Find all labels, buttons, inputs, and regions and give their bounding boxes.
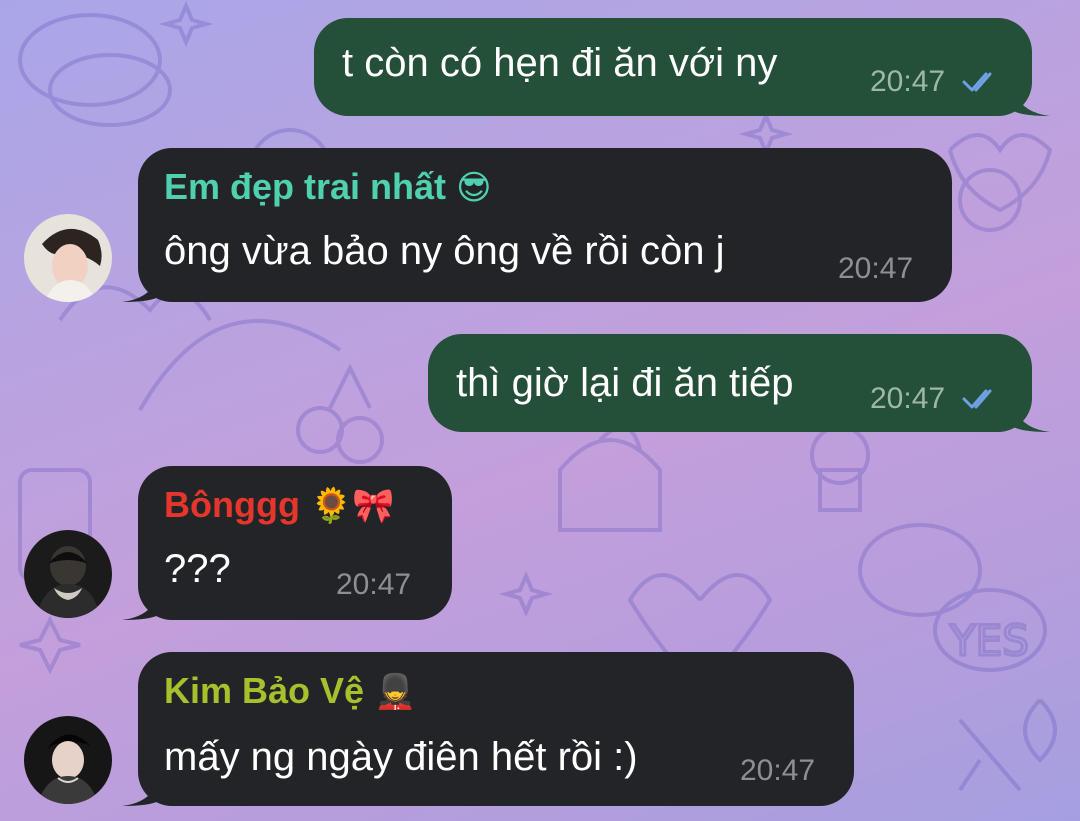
message-text: ??? (164, 547, 231, 591)
sender-name: Bônggg 🌻🎀 (164, 484, 395, 526)
message-time: 20:47 (336, 568, 412, 601)
user-avatar-3[interactable] (24, 716, 112, 804)
message-time: 20:47 (838, 252, 914, 285)
message-text: ông vừa bảo ny ông về rồi còn j (164, 229, 725, 273)
message-text: mấy ng ngày điên hết rồi :) (164, 735, 638, 779)
message-time: 20:47 (870, 65, 946, 98)
incoming-message[interactable]: Bônggg 🌻🎀 ??? 20:47 (138, 466, 452, 620)
sender-name: Em đẹp trai nhất 😎 (164, 166, 492, 208)
sender-name: Kim Bảo Vệ 💂 (164, 670, 417, 712)
outgoing-message[interactable]: thì giờ lại đi ăn tiếp 20:47 (428, 334, 1032, 432)
incoming-message[interactable]: Kim Bảo Vệ 💂 mấy ng ngày điên hết rồi :)… (138, 652, 854, 806)
double-check-read-icon (962, 72, 992, 92)
incoming-message[interactable]: Em đẹp trai nhất 😎 ông vừa bảo ny ông về… (138, 148, 952, 302)
sunflower-ribbon-emoji-icon: 🌻🎀 (309, 486, 395, 526)
message-text: thì giờ lại đi ăn tiếp (456, 361, 794, 405)
outgoing-message[interactable]: t còn có hẹn đi ăn với ny 20:47 (314, 18, 1032, 116)
message-time: 20:47 (870, 382, 946, 415)
double-check-read-icon (962, 389, 992, 409)
bubble-tail (1012, 82, 1050, 116)
svg-text:YES: YES (949, 616, 1029, 665)
message-time: 20:47 (740, 754, 816, 787)
bubble-tail (1012, 398, 1050, 432)
sunglasses-emoji-icon: 😎 (456, 168, 492, 208)
message-text: t còn có hẹn đi ăn với ny (342, 41, 778, 85)
user-avatar-2[interactable] (24, 530, 112, 618)
user-avatar-1[interactable] (24, 214, 112, 302)
guard-emoji-icon: 💂 (374, 672, 417, 712)
